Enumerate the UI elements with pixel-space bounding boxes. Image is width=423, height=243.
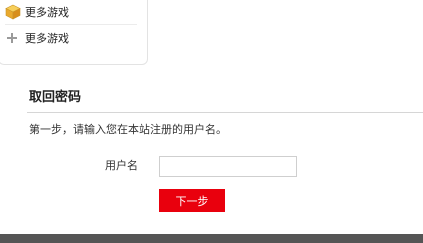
username-label: 用户名 xyxy=(105,159,138,172)
username-input[interactable] xyxy=(159,156,297,177)
more-games-panel: 更多游戏 更多游戏 xyxy=(0,0,148,65)
step-instruction: 第一步，请输入您在本站注册的用户名。 xyxy=(29,123,227,136)
sidebar-item-more-games-expand[interactable]: 更多游戏 xyxy=(5,29,69,47)
next-step-button[interactable]: 下一步 xyxy=(159,189,225,212)
footer-bar xyxy=(0,234,423,243)
sidebar-item-label: 更多游戏 xyxy=(25,6,69,19)
divider xyxy=(5,24,137,25)
game-box-icon xyxy=(5,4,21,20)
sidebar-item-more-games[interactable]: 更多游戏 xyxy=(5,3,69,21)
page-title: 取回密码 xyxy=(29,90,82,105)
plus-icon[interactable] xyxy=(7,33,17,43)
sidebar-item-label: 更多游戏 xyxy=(25,32,69,45)
title-divider xyxy=(27,112,423,113)
